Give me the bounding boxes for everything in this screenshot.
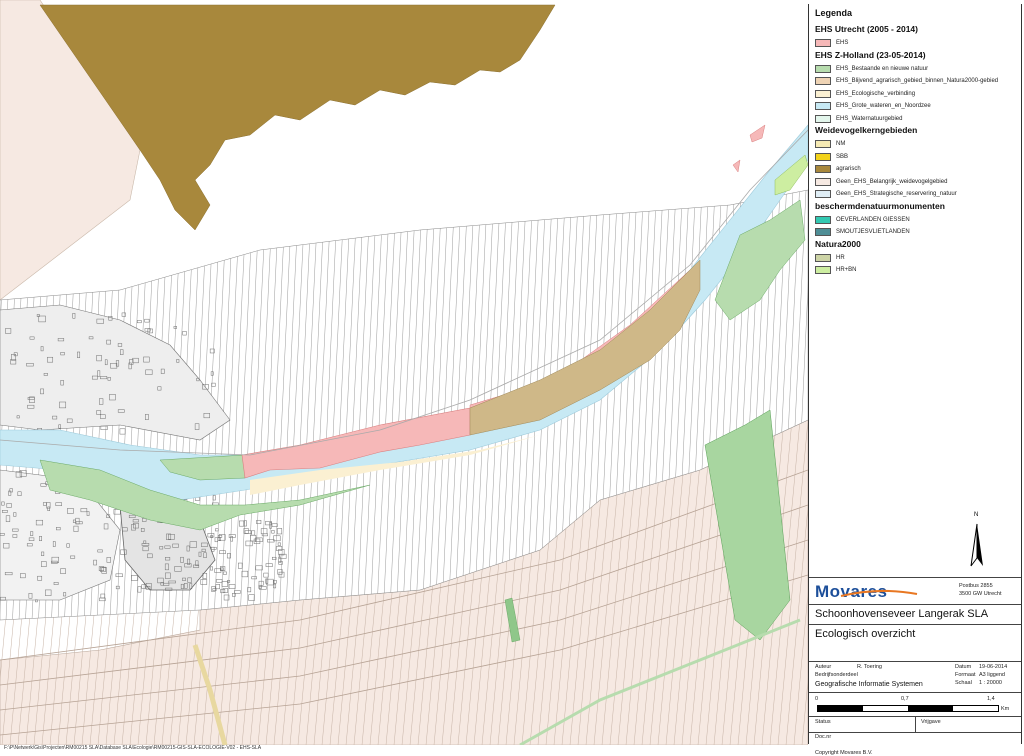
docnr-label: Doc.nr [815,734,832,740]
title-block-divider [809,577,1021,578]
legend-item: NM [815,138,845,150]
title-block-divider [809,604,1021,605]
legend-item-label: EHS_Waternatuurgebied [836,115,903,122]
legend-group-title: EHS Z-Holland (23-05-2014) [815,49,926,60]
legend-group-title: Weidevogelkerngebieden [815,125,918,135]
legend-swatch [815,64,831,73]
scalebar-tick-label: 0,7 [901,696,909,702]
scale-value: 1 : 20000 [979,680,1002,686]
legend-item: EHS_Bestaande en nieuwe natuur [815,63,928,75]
address-line-1: Postbus 2855 [959,583,993,589]
legend-item: SBB [815,151,848,163]
scalebar-tick-label: 1,4 [987,696,995,702]
legend-item-label: EHS_Grote_wateren_en_Noordzee [836,103,931,109]
title-block-divider [809,732,1021,733]
project-title: Schoonhovenseveer Langerak SLA [815,608,989,620]
format-value: A3 liggend [979,672,1005,678]
legend-item-label: NM [836,141,846,147]
legend-item-label: HR [836,254,845,261]
date-label: Datum [955,664,972,670]
release-label: Vrijgave [921,719,941,725]
legend-item: EHS [815,37,848,49]
legend-item-label: agrarisch [836,166,861,172]
date-value: 19-06-2014 [979,664,1008,670]
scalebar-unit: Km [1001,706,1010,712]
unit-value: Geografische Informatie Systemen [815,681,923,688]
legend-group-title: beschermdenatuurmonumenten [815,200,945,211]
legend-swatch [815,228,831,236]
legend-swatch [815,39,831,47]
unit-label: Bedrijfsonderdeel [815,672,858,678]
north-arrow-label: N [974,512,979,518]
copyright-text: Copyright Movares B.V. [815,750,873,756]
author-value: R. Toering [857,664,882,670]
legend-item-label: EHS_Bestaande en nieuwe natuur [836,65,929,72]
map-canvas[interactable] [0,0,808,745]
legend-title: Legenda [815,8,853,18]
title-block-divider [809,661,1021,662]
legend-item: EHS_Ecologische_verbinding [815,88,915,100]
legend-item-label: Geen_EHS_Belangrijk_weidevogelgebied [836,178,948,185]
legend-swatch [815,253,831,262]
format-label: Formaat [955,672,976,678]
legend-swatch [815,114,831,123]
legend-item-label: EHS_Blijvend_agrarisch_gebied_binnen_Nat… [836,78,999,84]
scalebar-tick-label: 0 [815,696,819,702]
address-line-2: 3500 GW Utrecht [959,591,1002,597]
legend-item: EHS_Waternatuurgebied [815,113,902,125]
file-path-footer: F:\P\Netwerk\Gis\Projecten\RM00215 SLA\D… [0,745,808,755]
legend-item-label: SMOUTJESVLIETLANDEN [836,229,910,235]
file-path-text: F:\P\Netwerk\Gis\Projecten\RM00215 SLA\D… [4,745,262,751]
ehs-utrecht-dot-2 [732,159,741,173]
legend-swatch [815,152,831,161]
legend-item-label: EHS_Ecologische_verbinding [836,90,916,97]
title-block-divider [809,624,1021,625]
legend-item: Geen_EHS_Belangrijk_weidevogelgebied [815,176,947,188]
legend-swatch [815,177,831,186]
legend-swatch [815,77,831,85]
legend-item-label: Geen_EHS_Strategische_reservering_natuur [836,191,957,197]
legend-swatch [815,89,831,98]
legend-item: EHS_Grote_wateren_en_Noordzee [815,100,931,112]
legend-item-label: EHS [836,40,849,46]
legend-item: HR+BN [815,264,857,276]
map-subtitle: Ecologisch overzicht [815,628,916,640]
title-block-divider [809,692,1021,693]
scale-label: Schaal [955,680,972,686]
map-svg[interactable] [0,0,808,745]
legend-swatch [815,165,831,173]
legend-item-label: HR+BN [836,267,857,273]
author-label: Auteur [815,664,832,670]
legend-item: HR [815,252,845,264]
legend-item-label: SBB [836,153,849,160]
legend-swatch [815,102,831,110]
legend-item: EHS_Blijvend_agrarisch_gebied_binnen_Nat… [815,75,998,87]
legend-swatch [815,215,831,224]
title-block-vdivider [915,716,916,732]
north-arrow-icon: N [967,512,987,570]
scalebar [817,705,999,712]
legend-group-title: Natura2000 [815,238,861,249]
ehs-utrecht-dot-1 [749,124,766,143]
legend-swatch [815,266,831,274]
legend-item-label: OEVERLANDEN GIESSEN [836,216,910,223]
legend-item: agrarisch [815,163,861,175]
legend-swatch [815,140,831,148]
legend-group-title: EHS Utrecht (2005 - 2014) [815,24,918,34]
legend-item: Geen_EHS_Strategische_reservering_natuur [815,188,957,200]
legend-item: SMOUTJESVLIETLANDEN [815,226,910,238]
legend-item: OEVERLANDEN GIESSEN [815,214,910,226]
legend-panel: Legenda EHS Utrecht (2005 - 2014) EHS EHS Z… [808,4,1022,756]
legend-swatch [815,190,831,198]
logo-swoosh-icon [839,584,919,597]
status-label: Status [815,719,831,725]
